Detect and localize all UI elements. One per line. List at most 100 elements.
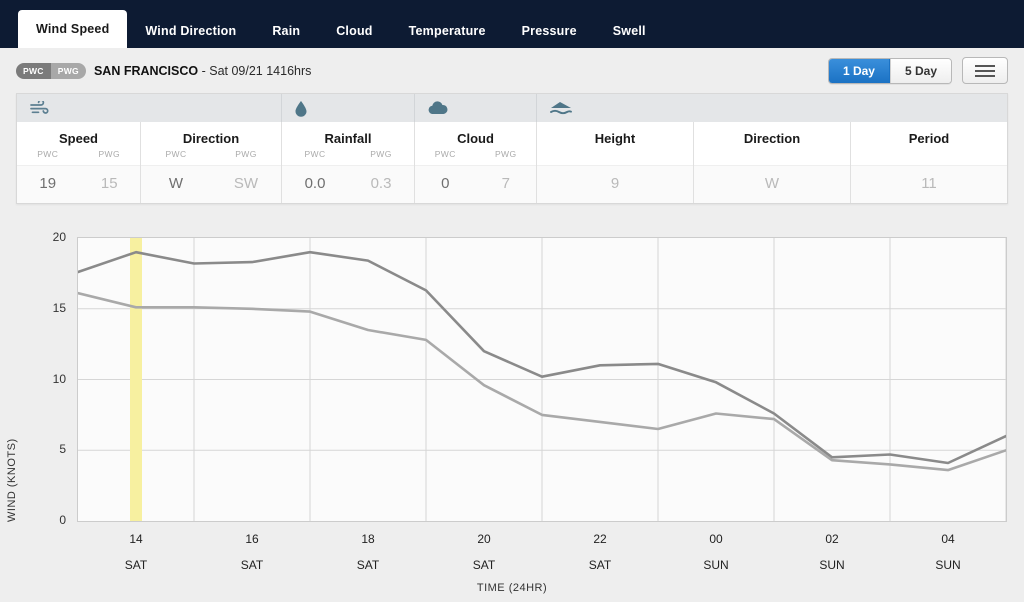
sublabels-rainfall: PWC PWG [282, 149, 414, 165]
column-title-swell-direction: Direction [743, 131, 801, 146]
sublabel-speed-pwg: PWG [98, 149, 120, 159]
tab-wind-speed[interactable]: Wind Speed [18, 10, 128, 48]
sublabel-winddir-pwc: PWC [165, 149, 187, 159]
summary-group-rainfall: Rainfall PWC PWG 0.0 0.3 [282, 122, 415, 203]
wind-icon [29, 101, 51, 115]
sublabel-rainfall-pwg: PWG [370, 149, 392, 159]
sublabel-cloud-pwc: PWC [434, 149, 456, 159]
y-tick-10: 10 [52, 371, 66, 386]
tab-pressure[interactable]: Pressure [504, 14, 595, 48]
sublabels-cloud: PWC PWG [415, 149, 536, 165]
y-tick-20: 20 [52, 230, 66, 244]
conditions-summary-table: Speed PWC PWG 19 15 Direction PWC PWG W … [16, 93, 1008, 204]
value-swell-period: 11 [921, 175, 937, 192]
primary-tab-bar: Wind Speed Wind Direction Rain Cloud Tem… [0, 0, 1024, 48]
hamburger-menu-icon[interactable] [962, 57, 1008, 84]
column-title-cloud: Cloud [457, 131, 494, 146]
values-swell-direction: W [694, 165, 850, 203]
range-1-day[interactable]: 1 Day [828, 58, 890, 83]
y-axis-label: WIND (KNOTS) [6, 438, 18, 522]
x-tick-day: SUN [935, 558, 961, 572]
badge-pwc: PWC [16, 62, 51, 79]
x-tick-day: SAT [472, 558, 496, 572]
summary-icon-row [17, 94, 1007, 122]
value-rainfall-pwg: 0.3 [370, 175, 392, 192]
x-tick-time: 20 [477, 532, 491, 546]
x-tick-time: 02 [825, 532, 839, 546]
value-speed-pwc: 19 [39, 175, 57, 192]
column-title-swell-height: Height [594, 131, 636, 146]
cloud-icon [427, 101, 449, 115]
swell-wave-icon [549, 101, 573, 116]
x-tick-14-SAT: 14 SAT [106, 532, 166, 572]
value-winddir-pwg: SW [233, 175, 259, 192]
swell-icon-cell [537, 94, 1007, 122]
tab-cloud[interactable]: Cloud [318, 14, 390, 48]
sublabels-wind-direction: PWC PWG [141, 149, 281, 165]
value-rainfall-pwc: 0.0 [304, 175, 326, 192]
rainfall-icon-cell [282, 94, 415, 122]
range-5-day[interactable]: 5 Day [889, 58, 951, 83]
cloud-icon-cell [415, 94, 537, 122]
sublabels-swell-period [851, 149, 1007, 165]
sublabels-swell-direction [694, 149, 850, 165]
sublabels-swell-height [537, 149, 693, 165]
tab-temperature[interactable]: Temperature [391, 14, 504, 48]
values-wind-direction: W SW [141, 165, 281, 203]
values-swell-height: 9 [537, 165, 693, 203]
chart-lines [78, 238, 1006, 521]
x-tick-16-SAT: 16 SAT [222, 532, 282, 572]
summary-header-row: Speed PWC PWG 19 15 Direction PWC PWG W … [17, 122, 1007, 203]
chart-plot-area [77, 237, 1007, 522]
value-cloud-pwg: 7 [501, 175, 510, 192]
location-bar: PWC PWG SAN FRANCISCO - Sat 09/21 1416hr… [0, 48, 1024, 93]
x-tick-04-SUN: 04 SUN [918, 532, 978, 572]
summary-group-swell-period: Period 11 [851, 122, 1007, 203]
raindrop-icon [294, 100, 308, 117]
location-timestamp: Sat 09/21 1416hrs [209, 63, 312, 78]
value-speed-pwg: 15 [100, 175, 118, 192]
values-swell-period: 11 [851, 165, 1007, 203]
location-name: SAN FRANCISCO [93, 63, 199, 78]
badge-pwg: PWG [50, 62, 86, 79]
column-title-swell-period: Period [908, 131, 950, 146]
summary-group-speed: Speed PWC PWG 19 15 [17, 122, 141, 203]
x-tick-day: SAT [240, 558, 264, 572]
y-tick-5: 5 [59, 442, 66, 457]
sublabel-rainfall-pwc: PWC [304, 149, 326, 159]
column-title-rainfall: Rainfall [324, 131, 372, 146]
values-rainfall: 0.0 0.3 [282, 165, 414, 203]
wind-speed-chart: WIND (KNOTS) 0 5 10 15 20 14 SAT 16 SAT 18 SAT 20 S… [0, 222, 1024, 602]
x-tick-time: 14 [129, 532, 143, 546]
tab-rain[interactable]: Rain [254, 14, 318, 48]
location-bar-controls: 1 Day 5 Day [827, 57, 1008, 84]
x-tick-time: 16 [245, 532, 259, 546]
sublabels-speed: PWC PWG [17, 149, 140, 165]
x-tick-day: SAT [356, 558, 380, 572]
x-tick-time: 04 [941, 532, 955, 546]
x-tick-day: SAT [124, 558, 148, 572]
tab-swell[interactable]: Swell [595, 14, 664, 48]
location-separator: - [198, 63, 210, 78]
x-tick-time: 18 [361, 532, 375, 546]
location-text: SAN FRANCISCO - Sat 09/21 1416hrs [94, 64, 311, 78]
x-tick-day: SUN [703, 558, 729, 572]
value-swell-height: 9 [610, 175, 620, 192]
value-winddir-pwc: W [168, 175, 184, 192]
tab-wind-direction[interactable]: Wind Direction [127, 14, 254, 48]
summary-group-cloud: Cloud PWC PWG 0 7 [415, 122, 537, 203]
column-title-wind-direction: Direction [182, 131, 240, 146]
x-tick-02-SUN: 02 SUN [802, 532, 862, 572]
value-cloud-pwc: 0 [441, 175, 450, 192]
values-cloud: 0 7 [415, 165, 536, 203]
x-tick-day: SAT [588, 558, 612, 572]
sublabel-speed-pwc: PWC [37, 149, 59, 159]
model-badge: PWC PWG [16, 62, 86, 79]
column-title-speed: Speed [58, 131, 98, 146]
x-tick-time: 00 [709, 532, 723, 546]
sublabel-cloud-pwg: PWG [494, 149, 517, 159]
x-tick-00-SUN: 00 SUN [686, 532, 746, 572]
value-swell-direction: W [764, 175, 780, 192]
x-tick-22-SAT: 22 SAT [570, 532, 630, 572]
wind-icon-cell [17, 94, 282, 122]
